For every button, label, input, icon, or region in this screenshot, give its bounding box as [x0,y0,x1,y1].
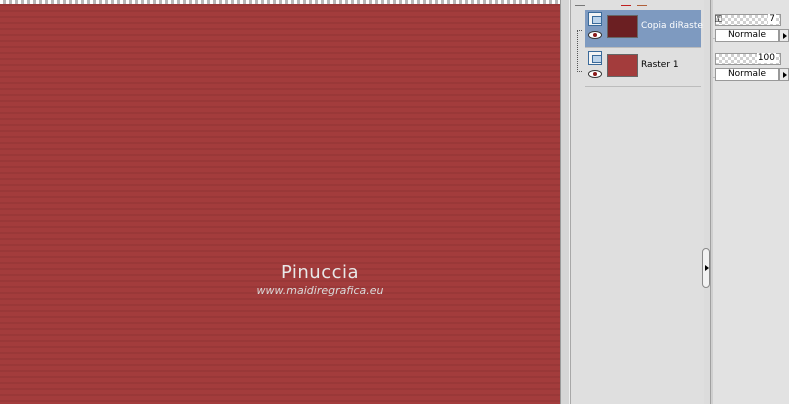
layer-name: Copia diRaster [641,21,703,31]
raster-layer-icon [588,12,602,26]
layer-row-copia-diraster[interactable]: Copia diRaster [585,10,703,48]
layer-name: Raster 1 [641,60,679,70]
eye-icon[interactable] [588,70,602,78]
opacity-slider[interactable]: 100 [715,53,781,65]
panel-splitter[interactable] [560,0,570,404]
layer-thumbnail [607,54,638,77]
delete-layer-icon[interactable] [621,0,631,6]
blend-mode-select[interactable]: Normale [715,68,779,81]
canvas-border [0,0,560,4]
watermark-title: Pinuccia [280,262,360,283]
layers-toolbar [571,0,705,6]
layer-thumbnail [607,15,638,38]
layer-group-bracket [577,30,582,72]
image-canvas[interactable]: Pinuccia www.maidiregrafica.eu [0,0,560,404]
chevron-right-icon[interactable] [779,68,789,81]
layer-properties-raster-1: 100 Normale [713,39,789,81]
layer-properties-copia-diraster: 7 ⚿ Normale [713,0,789,42]
layers-panel: Copia diRaster Raster 1 [570,0,704,404]
lock-icon[interactable]: ⚿ [715,14,724,26]
opacity-value: 100 [756,53,776,63]
watermark-url: www.maidiregrafica.eu [256,284,384,297]
watermark: Pinuccia www.maidiregrafica.eu [240,262,400,297]
collapse-panel-button[interactable] [702,248,710,288]
new-layer-button[interactable] [575,0,585,6]
raster-layer-icon [588,51,602,65]
layer-properties-panel: 7 ⚿ Normale 100 Normale [713,0,789,404]
eye-icon[interactable] [588,31,602,39]
opacity-slider[interactable]: 7 [715,14,781,26]
opacity-value: 7 [768,14,776,24]
layer-row-raster-1[interactable]: Raster 1 [585,49,701,87]
brush-icon[interactable] [637,0,647,6]
